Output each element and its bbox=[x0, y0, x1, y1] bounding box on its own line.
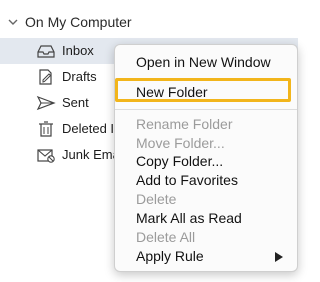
new-folder-highlight bbox=[115, 78, 291, 102]
folder-label: Sent bbox=[62, 95, 89, 110]
menu-item-label: Move Folder... bbox=[136, 135, 225, 151]
menu-item-delete: Delete bbox=[115, 190, 297, 209]
menu-item-label: Delete bbox=[136, 191, 177, 207]
menu-item-label: Rename Folder bbox=[136, 116, 233, 132]
menu-item-delete-all: Delete All bbox=[115, 228, 297, 247]
section-title: On My Computer bbox=[25, 14, 132, 30]
submenu-arrow-icon bbox=[275, 252, 283, 262]
sent-icon bbox=[36, 95, 56, 111]
folder-label: Drafts bbox=[62, 69, 97, 84]
trash-icon bbox=[39, 121, 53, 137]
menu-item-mark-all-as-read[interactable]: Mark All as Read bbox=[115, 209, 297, 228]
drafts-icon bbox=[39, 69, 52, 85]
folder-label: Junk Ema bbox=[62, 147, 120, 162]
menu-item-label: Copy Folder... bbox=[136, 153, 224, 169]
menu-item-copy-folder[interactable]: Copy Folder... bbox=[115, 152, 297, 171]
menu-item-label: Delete All bbox=[136, 229, 196, 245]
menu-item-label: Apply Rule bbox=[136, 248, 204, 264]
folder-label: Inbox bbox=[62, 43, 94, 58]
menu-separator bbox=[115, 109, 297, 110]
menu-item-open-in-new-window[interactable]: Open in New Window bbox=[115, 53, 297, 72]
inbox-icon bbox=[37, 45, 55, 58]
folder-label: Deleted I bbox=[62, 121, 115, 136]
menu-item-rename-folder: Rename Folder bbox=[115, 115, 297, 134]
menu-item-add-to-favorites[interactable]: Add to Favorites bbox=[115, 171, 297, 190]
menu-item-move-folder: Move Folder... bbox=[115, 134, 297, 153]
section-header-on-my-computer[interactable]: On My Computer bbox=[0, 10, 298, 34]
junk-icon bbox=[37, 149, 55, 163]
chevron-down-icon[interactable] bbox=[7, 16, 19, 28]
menu-item-label: Add to Favorites bbox=[136, 172, 238, 188]
menu-item-label: Mark All as Read bbox=[136, 210, 242, 226]
menu-item-label: Open in New Window bbox=[136, 54, 271, 70]
menu-item-apply-rule[interactable]: Apply Rule bbox=[115, 247, 297, 266]
